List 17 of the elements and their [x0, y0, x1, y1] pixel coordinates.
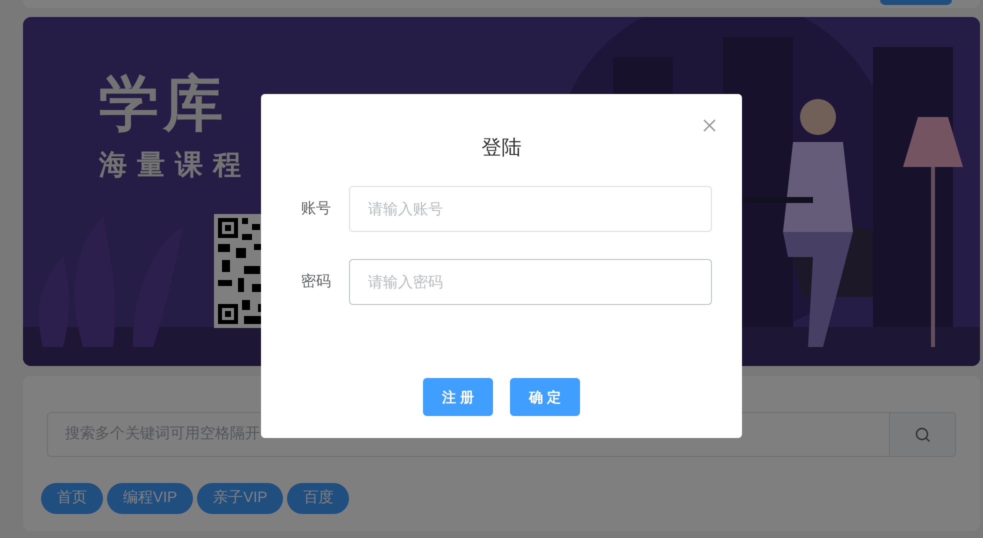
- dialog-title: 登陆: [482, 136, 522, 161]
- tag-button[interactable]: 亲子VIP: [197, 483, 284, 514]
- top-button[interactable]: [880, 0, 952, 5]
- banner-subtitle: 海量课程: [99, 148, 251, 182]
- input-field[interactable]: 请输入账号: [349, 186, 712, 232]
- banner-title: 学库: [99, 69, 228, 139]
- tag-button[interactable]: 百度: [287, 483, 350, 514]
- search-button[interactable]: [889, 412, 956, 457]
- dialog-button[interactable]: 确 定: [510, 378, 580, 416]
- dialog-button[interactable]: 注 册: [423, 378, 493, 416]
- close-icon[interactable]: [703, 119, 716, 132]
- field-label: 账号: [301, 198, 332, 219]
- tag-button[interactable]: 编程VIP: [107, 483, 194, 514]
- field-label: 密码: [301, 272, 332, 292]
- tag-button[interactable]: 首页: [41, 483, 103, 514]
- search-icon: [914, 426, 930, 442]
- input-field[interactable]: 请输入密码: [349, 259, 712, 305]
